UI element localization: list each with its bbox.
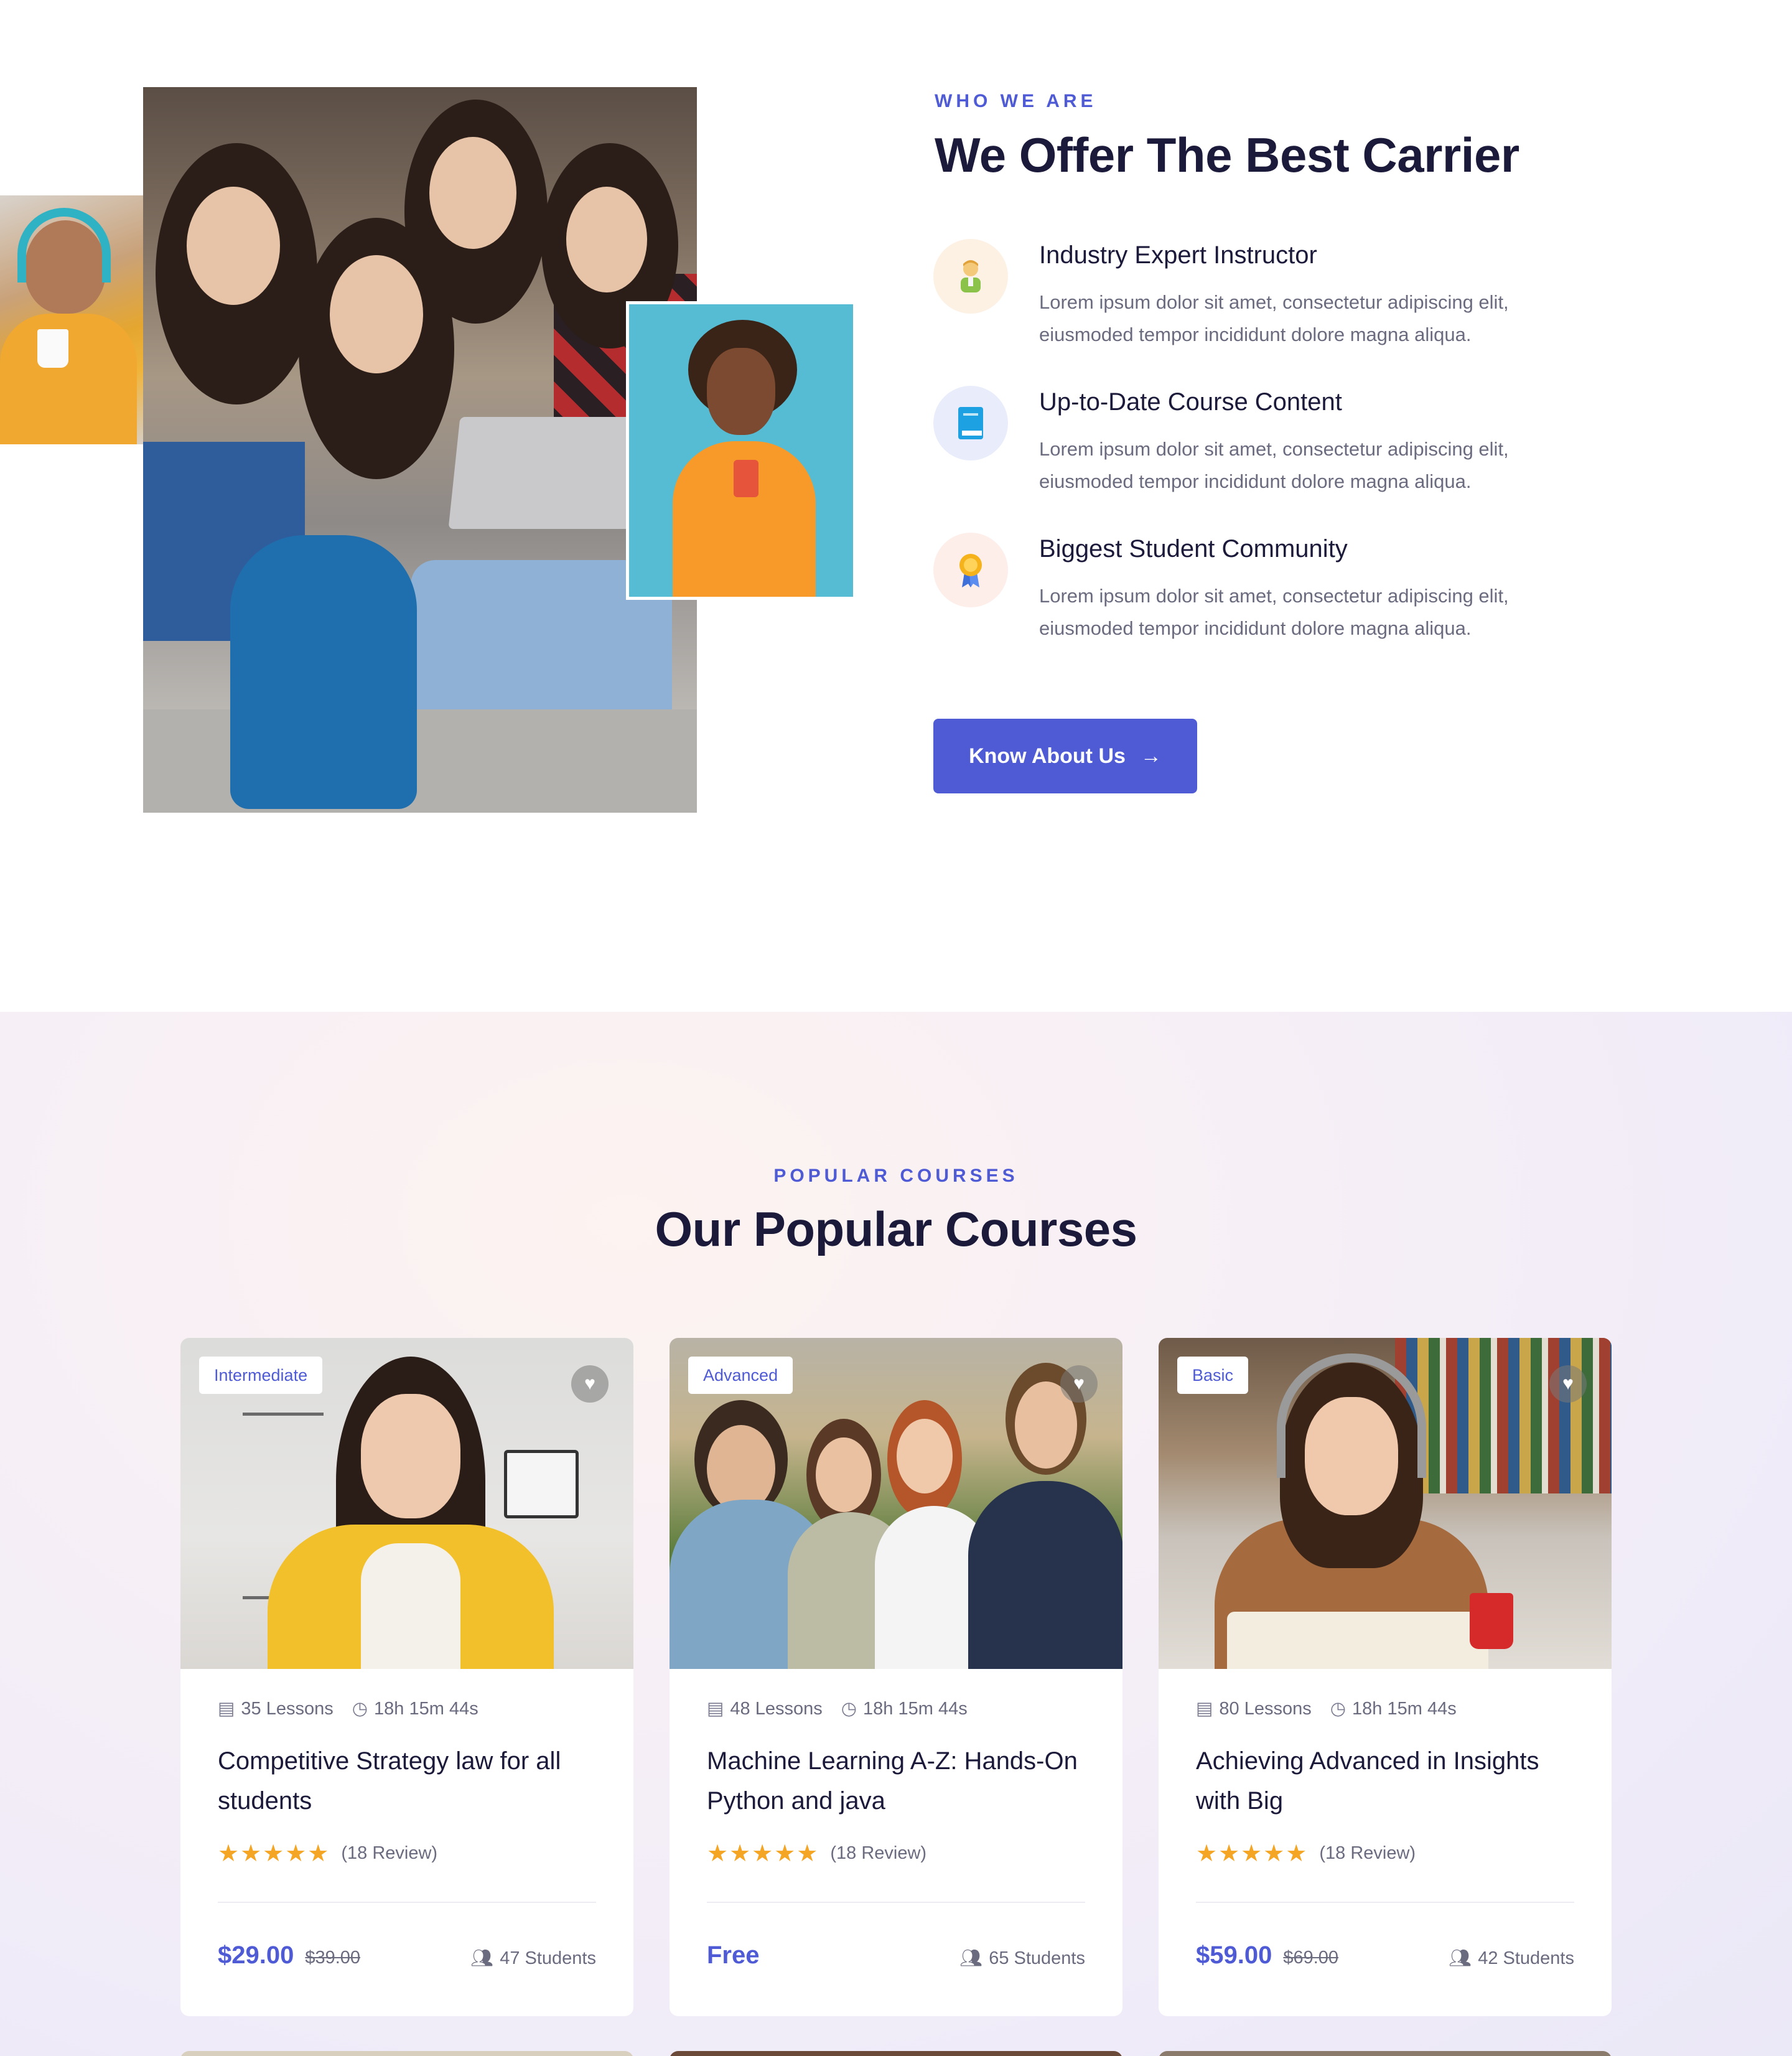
duration: 18h 15m 44s bbox=[863, 1699, 968, 1719]
duration: 18h 15m 44s bbox=[1352, 1699, 1457, 1719]
about-title: We Offer The Best Carrier bbox=[935, 128, 1519, 182]
popular-courses-section: POPULAR COURSES Our Popular Courses Inte… bbox=[0, 1012, 1792, 2056]
next-row-card-edge bbox=[1159, 2051, 1612, 2056]
course-rating: ★★★★★ (18 Review) bbox=[1196, 1839, 1416, 1867]
clock-icon: ◷ bbox=[352, 1699, 368, 1719]
divider bbox=[707, 1902, 1085, 1903]
feature-item-community: Biggest Student Community Lorem ipsum do… bbox=[933, 533, 1568, 651]
lessons-count: 35 Lessons bbox=[241, 1699, 334, 1719]
medal-icon bbox=[933, 533, 1008, 607]
divider bbox=[1196, 1902, 1574, 1903]
button-label: Know About Us bbox=[969, 744, 1126, 768]
course-card[interactable]: Intermediate ♥ ▤ 35 Lessons ◷ 18h 15m 44s … bbox=[180, 1338, 633, 2016]
course-card[interactable]: Advanced ♥ ▤ 48 Lessons ◷ 18h 15m 44s Mach… bbox=[670, 1338, 1122, 2016]
review-count: (18 Review) bbox=[1319, 1843, 1416, 1863]
review-count: (18 Review) bbox=[341, 1843, 438, 1863]
course-card[interactable]: Basic ♥ ▤ 80 Lessons ◷ 18h 15m 44s Achievi… bbox=[1159, 1338, 1612, 2016]
course-rating: ★★★★★ (18 Review) bbox=[218, 1839, 437, 1867]
duration: 18h 15m 44s bbox=[374, 1699, 478, 1719]
feature-text: Lorem ipsum dolor sit amet, consectetur … bbox=[1039, 585, 1509, 639]
course-title[interactable]: Machine Learning A-Z: Hands-On Python an… bbox=[707, 1741, 1093, 1821]
users-icon: 👥︎ bbox=[1449, 1948, 1472, 1968]
courses-title: Our Popular Courses bbox=[655, 1202, 1138, 1256]
feature-title: Up-to-Date Course Content bbox=[1039, 388, 1342, 416]
about-section: WHO WE ARE We Offer The Best Carrier Ind… bbox=[0, 0, 1792, 1012]
feature-title: Industry Expert Instructor bbox=[1039, 241, 1317, 269]
lessons-icon: ▤ bbox=[1196, 1699, 1213, 1719]
level-badge: Intermediate bbox=[199, 1357, 323, 1394]
clock-icon: ◷ bbox=[1330, 1699, 1346, 1719]
course-rating: ★★★★★ (18 Review) bbox=[707, 1839, 926, 1867]
student-headphones-photo bbox=[0, 195, 144, 444]
course-meta: ▤ 48 Lessons ◷ 18h 15m 44s bbox=[707, 1698, 968, 1719]
heart-icon[interactable]: ♥ bbox=[1549, 1365, 1587, 1403]
review-count: (18 Review) bbox=[830, 1843, 927, 1863]
lessons-count: 48 Lessons bbox=[730, 1699, 823, 1719]
price-current: Free bbox=[707, 1942, 760, 1969]
students-group-photo bbox=[143, 87, 697, 813]
level-badge: Advanced bbox=[688, 1357, 793, 1394]
course-title[interactable]: Achieving Advanced in Insights with Big bbox=[1196, 1741, 1582, 1821]
course-meta: ▤ 35 Lessons ◷ 18h 15m 44s bbox=[218, 1698, 478, 1719]
instructor-icon bbox=[933, 239, 1008, 314]
feature-item-instructor: Industry Expert Instructor Lorem ipsum d… bbox=[933, 239, 1568, 357]
course-title[interactable]: Competitive Strategy law for all student… bbox=[218, 1741, 604, 1821]
lessons-count: 80 Lessons bbox=[1219, 1699, 1312, 1719]
feature-text: Lorem ipsum dolor sit amet, consectetur … bbox=[1039, 438, 1509, 492]
arrow-right-icon: → bbox=[1140, 744, 1162, 768]
course-price: Free bbox=[707, 1942, 771, 1970]
feature-text: Lorem ipsum dolor sit amet, consectetur … bbox=[1039, 291, 1509, 345]
heart-icon[interactable]: ♥ bbox=[571, 1365, 609, 1403]
star-icons: ★★★★★ bbox=[707, 1841, 819, 1867]
feature-item-content: Up-to-Date Course Content Lorem ipsum do… bbox=[933, 386, 1568, 504]
lessons-icon: ▤ bbox=[707, 1699, 724, 1719]
students-label: 65 Students bbox=[989, 1948, 1085, 1968]
price-old: $39.00 bbox=[305, 1948, 361, 1968]
know-about-us-button[interactable]: Know About Us → bbox=[933, 719, 1197, 793]
course-meta: ▤ 80 Lessons ◷ 18h 15m 44s bbox=[1196, 1698, 1457, 1719]
student-count: 👥︎ 65 Students bbox=[959, 1948, 1085, 1969]
next-row-card-edge bbox=[180, 2051, 633, 2056]
heart-icon[interactable]: ♥ bbox=[1060, 1365, 1098, 1403]
lessons-icon: ▤ bbox=[218, 1699, 235, 1719]
clock-icon: ◷ bbox=[841, 1699, 857, 1719]
users-icon: 👥︎ bbox=[470, 1948, 494, 1968]
level-badge: Basic bbox=[1177, 1357, 1249, 1394]
courses-eyebrow: POPULAR COURSES bbox=[773, 1166, 1019, 1186]
about-eyebrow: WHO WE ARE bbox=[935, 91, 1097, 111]
price-old: $69.00 bbox=[1283, 1948, 1339, 1968]
students-label: 47 Students bbox=[500, 1948, 596, 1968]
feature-title: Biggest Student Community bbox=[1039, 535, 1348, 563]
book-icon bbox=[933, 386, 1008, 460]
star-icons: ★★★★★ bbox=[1196, 1841, 1309, 1867]
next-row-card-edge bbox=[670, 2051, 1122, 2056]
student-count: 👥︎ 47 Students bbox=[470, 1948, 596, 1969]
course-thumbnail[interactable]: Advanced ♥ bbox=[670, 1338, 1122, 1669]
students-label: 42 Students bbox=[1478, 1948, 1574, 1968]
course-thumbnail[interactable]: Intermediate ♥ bbox=[180, 1338, 633, 1669]
price-current: $59.00 bbox=[1196, 1942, 1272, 1969]
divider bbox=[218, 1902, 596, 1903]
star-icons: ★★★★★ bbox=[218, 1841, 330, 1867]
course-price: $59.00 $69.00 bbox=[1196, 1942, 1338, 1970]
price-current: $29.00 bbox=[218, 1942, 294, 1969]
student-phone-photo bbox=[626, 301, 856, 600]
users-icon: 👥︎ bbox=[959, 1948, 983, 1968]
student-count: 👥︎ 42 Students bbox=[1449, 1948, 1574, 1969]
course-price: $29.00 $39.00 bbox=[218, 1942, 360, 1970]
course-thumbnail[interactable]: Basic ♥ bbox=[1159, 1338, 1612, 1669]
